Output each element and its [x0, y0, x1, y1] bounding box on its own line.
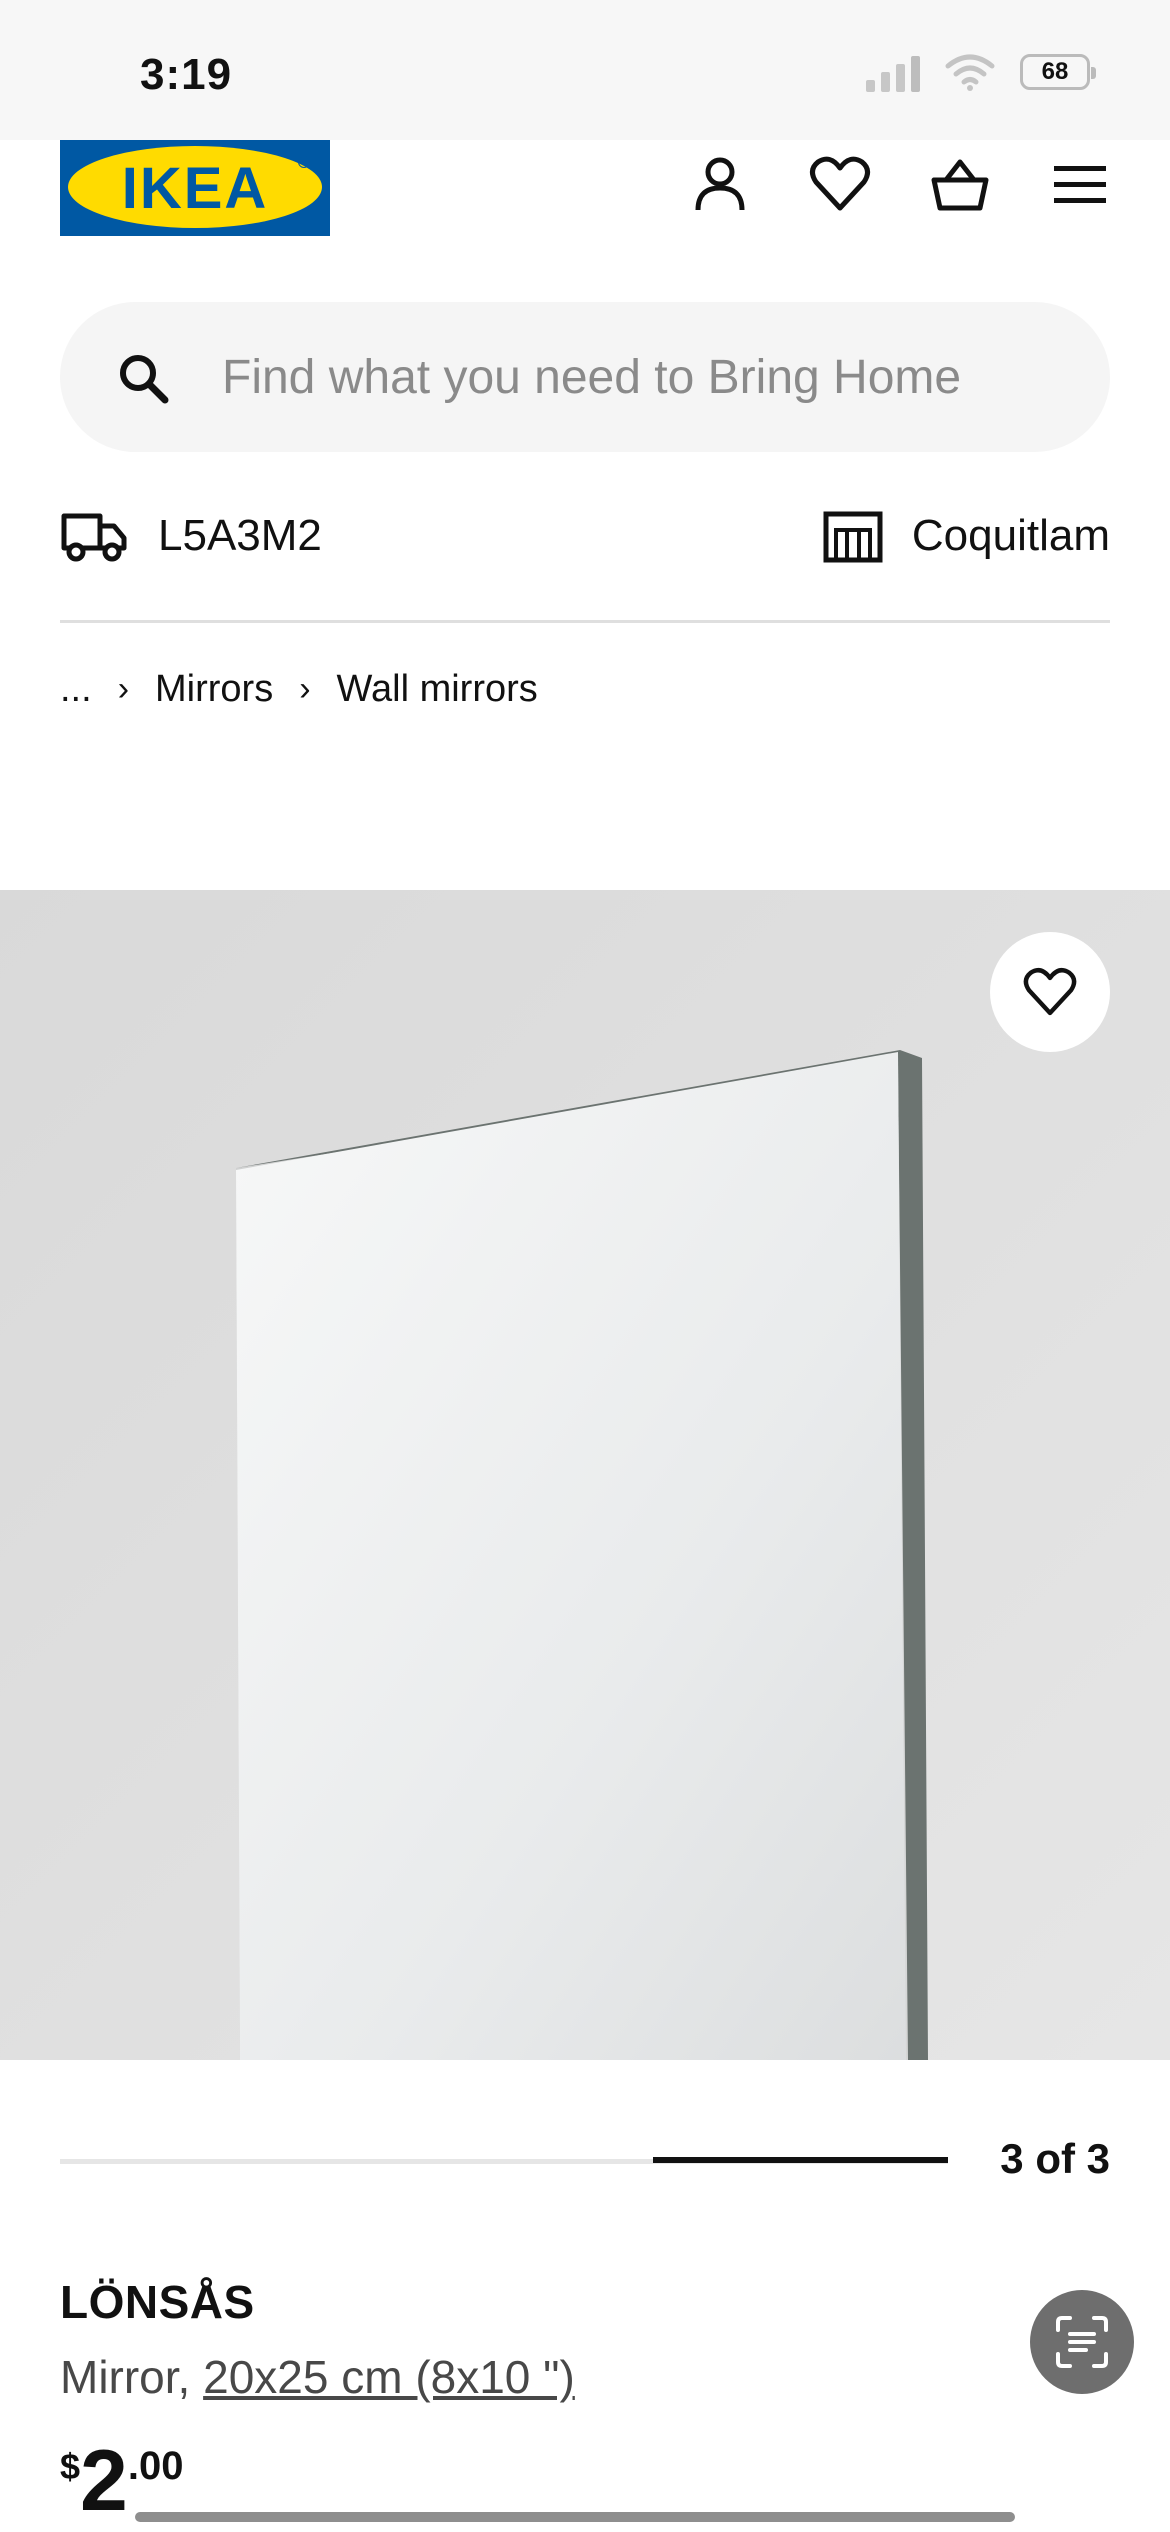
gallery-pager: 3 of 3: [60, 2135, 1110, 2195]
delivery-postal-code[interactable]: L5A3M2: [60, 508, 322, 564]
status-bar: 3:19 68: [0, 0, 1170, 140]
wifi-icon: [945, 54, 995, 91]
cart-icon[interactable]: [928, 152, 992, 216]
breadcrumb: ... › Mirrors › Wall mirrors: [60, 668, 538, 711]
breadcrumb-wall-mirrors[interactable]: Wall mirrors: [337, 668, 538, 711]
pager-label: 3 of 3: [1000, 2135, 1110, 2182]
favourites-icon[interactable]: [808, 152, 872, 216]
account-icon[interactable]: [688, 152, 752, 216]
chevron-right-icon: ›: [117, 670, 130, 708]
search-icon: [120, 355, 169, 404]
price-decimal: .00: [127, 2444, 184, 2488]
mirror-photo: [0, 890, 1170, 2060]
breadcrumb-ellipsis[interactable]: ...: [60, 668, 92, 711]
store-selector[interactable]: Coquitlam: [822, 508, 1110, 564]
status-icons: 68: [866, 52, 1096, 92]
product-name: LÖNSÅS: [60, 2276, 255, 2328]
favourite-button[interactable]: [990, 932, 1110, 1052]
status-time: 3:19: [140, 50, 233, 99]
price-integer: 2: [80, 2433, 128, 2529]
heart-icon: [1023, 968, 1077, 1016]
price-currency: $: [60, 2446, 81, 2487]
store-icon: [823, 511, 883, 563]
scan-text-icon: [1056, 2316, 1108, 2368]
pager-indicator: [653, 2157, 948, 2163]
store-name: Coquitlam: [911, 511, 1110, 560]
divider: [60, 620, 1110, 623]
truck-icon: [61, 513, 127, 562]
ikea-logo[interactable]: IKEA: [60, 140, 330, 236]
product-type: Mirror,: [60, 2351, 204, 2403]
product-size-link[interactable]: 20x25 cm (8x10 "): [203, 2351, 575, 2403]
product-image[interactable]: [0, 890, 1170, 2060]
scan-button[interactable]: [1030, 2290, 1134, 2394]
postal-code-text: L5A3M2: [158, 511, 322, 560]
battery-icon: 68: [1020, 54, 1096, 90]
search-input[interactable]: [222, 332, 1002, 422]
signal-icon: [866, 52, 920, 92]
breadcrumb-mirrors[interactable]: Mirrors: [155, 668, 273, 711]
product-description: Mirror, 20x25 cm (8x10 "): [60, 2350, 575, 2404]
search-bar[interactable]: [60, 302, 1110, 452]
chevron-right-icon: ›: [299, 670, 311, 708]
home-indicator[interactable]: [135, 2512, 1015, 2522]
site-header: IKEA: [0, 140, 1170, 260]
logo-text: IKEA: [121, 155, 269, 221]
menu-icon[interactable]: [1048, 152, 1112, 216]
